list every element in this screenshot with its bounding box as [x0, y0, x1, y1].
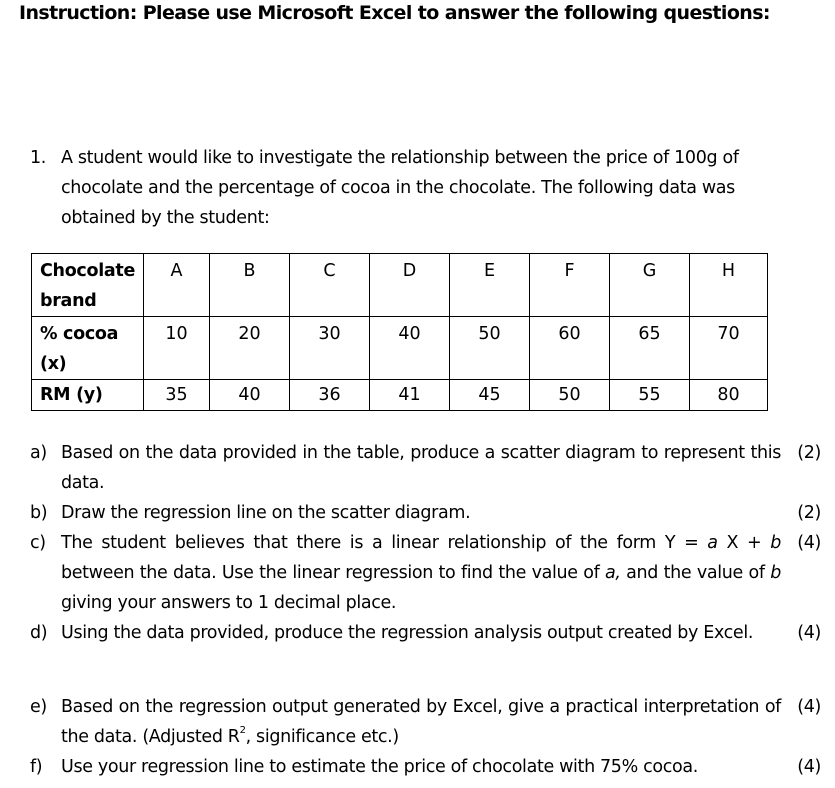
table-cell: 50: [449, 316, 530, 380]
row-header-cocoa: % cocoa (x): [31, 316, 144, 380]
question-number: 1.: [30, 148, 46, 168]
text-fragment: giving your answers to 1 decimal place.: [61, 593, 397, 613]
variable-b: b: [770, 533, 781, 553]
table-cell: D: [369, 253, 450, 317]
instruction-heading: Instruction: Please use Microsoft Excel …: [19, 2, 771, 24]
subquestion-letter: c): [30, 533, 46, 553]
table-cell: 41: [369, 379, 450, 411]
text-fragment: X +: [717, 533, 771, 553]
subquestion-b: b) Draw the regression line on the scatt…: [30, 498, 825, 528]
superscript: 2: [239, 725, 246, 737]
marks-label: (4): [797, 533, 821, 553]
table-cell: 36: [289, 379, 370, 411]
table-cell: G: [609, 253, 690, 317]
table-cell: E: [449, 253, 530, 317]
table-cell: 70: [689, 316, 768, 380]
table-cell: 65: [609, 316, 690, 380]
subquestion-text: The student believes that there is a lin…: [61, 528, 781, 618]
subquestion-text: Based on the data provided in the table,…: [61, 443, 781, 493]
table-row-cocoa: % cocoa (x) 10 20 30 40 50 60 65 70: [31, 316, 768, 380]
table-cell: 55: [609, 379, 690, 411]
table-cell: F: [529, 253, 610, 317]
table-cell: A: [143, 253, 210, 317]
variable-b: b: [770, 563, 781, 583]
subquestion-text: Use your regression line to estimate the…: [61, 757, 698, 777]
table-cell: C: [289, 253, 370, 317]
table-cell: 10: [143, 316, 210, 380]
text-fragment: The student believes that there is a lin…: [61, 533, 708, 553]
question-text: A student would like to investigate the …: [61, 148, 739, 228]
variable-a: a,: [604, 563, 621, 583]
marks-label: (4): [797, 757, 821, 777]
subquestion-e: e) Based on the regression output genera…: [30, 692, 825, 752]
question-1: 1. A student would like to investigate t…: [30, 143, 790, 233]
subquestion-text: Using the data provided, produce the reg…: [61, 623, 754, 643]
table-row-brand: Chocolate brand A B C D E F G H: [31, 253, 768, 317]
table-cell: 40: [209, 379, 290, 411]
table-cell: 80: [689, 379, 768, 411]
marks-label: (2): [797, 443, 821, 463]
subquestion-a: a) Based on the data provided in the tab…: [30, 438, 825, 498]
subquestion-letter: d): [30, 623, 48, 643]
table-cell: 35: [143, 379, 210, 411]
subquestion-d: d) Using the data provided, produce the …: [30, 618, 825, 648]
text-fragment: , significance etc.): [245, 727, 400, 747]
marks-label: (2): [797, 503, 821, 523]
subquestion-letter: b): [30, 503, 48, 523]
table-cell: 30: [289, 316, 370, 380]
table-cell: H: [689, 253, 768, 317]
text-fragment: Based on the regression output generated…: [61, 697, 781, 747]
table-cell: 40: [369, 316, 450, 380]
table-cell: 50: [529, 379, 610, 411]
table-cell: 20: [209, 316, 290, 380]
subquestion-letter: e): [30, 697, 47, 717]
text-fragment: between the data. Use the linear regress…: [61, 563, 605, 583]
subquestion-letter: f): [30, 757, 43, 777]
variable-a: a: [707, 533, 718, 553]
subquestion-letter: a): [30, 443, 47, 463]
data-table: Chocolate brand A B C D E F G H % cocoa …: [31, 253, 768, 411]
subquestion-text: Draw the regression line on the scatter …: [61, 503, 471, 523]
table-cell: B: [209, 253, 290, 317]
marks-label: (4): [797, 623, 821, 643]
subquestion-c: c) The student believes that there is a …: [30, 528, 825, 618]
marks-label: (4): [797, 697, 821, 717]
table-cell: 60: [529, 316, 610, 380]
text-fragment: and the value of: [620, 563, 771, 583]
table-cell: 45: [449, 379, 530, 411]
row-header-price: RM (y): [31, 379, 144, 411]
row-header-brand: Chocolate brand: [31, 253, 144, 317]
subquestion-f: f) Use your regression line to estimate …: [30, 752, 825, 782]
subquestion-text: Based on the regression output generated…: [61, 692, 781, 752]
table-row-price: RM (y) 35 40 36 41 45 50 55 80: [31, 379, 768, 411]
